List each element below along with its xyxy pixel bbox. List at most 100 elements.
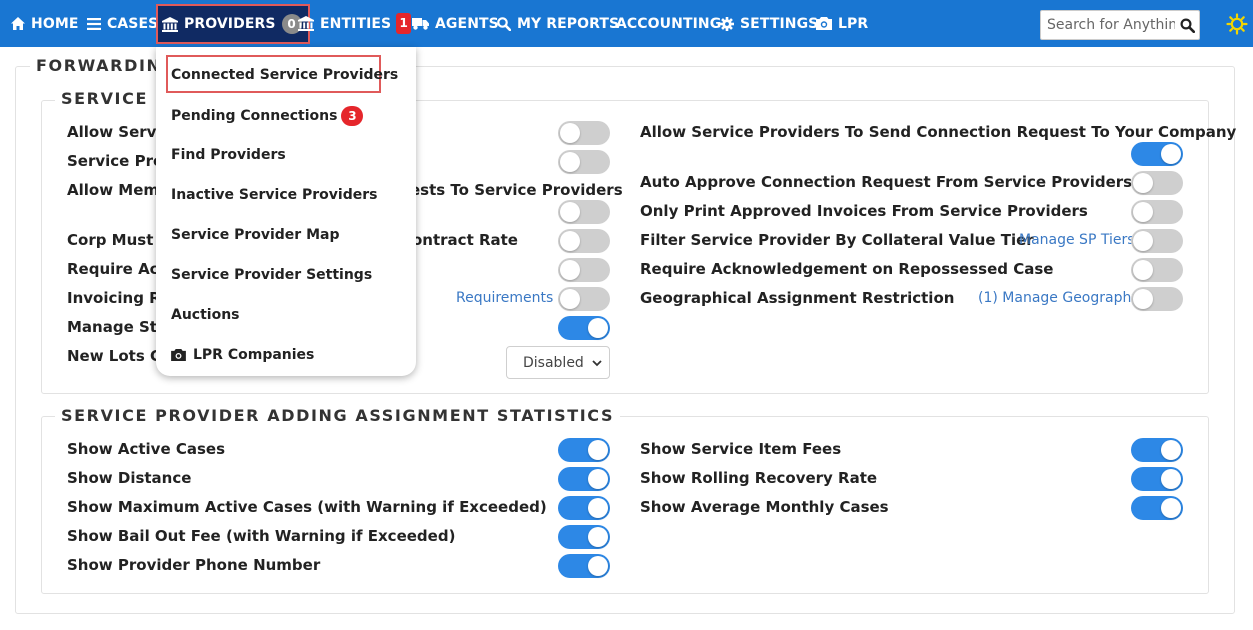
menu-item-label: Service Provider Map [171,227,340,243]
statistic-label: Show Maximum Active Cases (with Warning … [67,498,547,516]
setting-label: Allow Service Providers To Send Connecti… [640,123,1237,141]
top-navbar: HOME CASES PROVIDERS 0 ENTITIES 1 AGENTS… [0,0,1253,47]
nav-my-reports[interactable]: MY REPORTS [497,0,619,47]
setting-label: Require Acknowledgement on Repossessed C… [640,260,1054,278]
nav-agents[interactable]: AGENTS [412,0,499,47]
setting-label: Filter Service Provider By Collateral Va… [640,231,1034,249]
search-icon [497,16,511,31]
manage-sp-tiers-link[interactable]: Manage SP Tiers [1019,231,1135,249]
home-icon [11,17,25,30]
theme-toggle-sun-icon[interactable] [1226,13,1248,39]
truck-icon [412,17,429,30]
setting-label: Only Print Approved Invoices From Servic… [640,202,1088,220]
setting-toggle[interactable] [558,150,610,174]
setting-label: ests To Service Providers [410,181,623,199]
menu-item-find-providers[interactable]: Find Providers [171,146,286,164]
statistic-toggle[interactable] [1131,438,1183,462]
statistic-label: Show Active Cases [67,440,226,458]
nav-providers-label: PROVIDERS [184,16,276,32]
hamburger-icon [87,17,101,30]
setting-toggle[interactable] [558,316,610,340]
menu-item-label: Connected Service Providers [171,67,399,83]
menu-item-label: LPR Companies [193,347,315,363]
setting-toggle[interactable] [1131,200,1183,224]
bank-icon [162,16,178,32]
statistic-label: Show Average Monthly Cases [640,498,889,516]
search-button[interactable] [1175,11,1199,39]
bank-icon [298,16,314,31]
nav-settings[interactable]: SETTINGS [720,0,818,47]
menu-item-service-provider-map[interactable]: Service Provider Map [171,226,339,244]
providers-dropdown-menu: Connected Service Providers Pending Conn… [156,47,416,376]
nav-agents-label: AGENTS [435,15,499,32]
menu-item-connected-service-providers[interactable]: Connected Service Providers [171,66,398,84]
statistic-label: Show Provider Phone Number [67,556,321,574]
nav-settings-label: SETTINGS [740,15,819,32]
setting-label: Auto Approve Connection Request From Ser… [640,173,1133,191]
setting-toggle[interactable] [1131,258,1183,282]
nav-lpr[interactable]: LPR [816,0,868,47]
statistic-toggle[interactable] [558,467,610,491]
menu-item-label: Inactive Service Providers [171,187,378,203]
statistic-toggle[interactable] [558,525,610,549]
menu-item-pending-connections[interactable]: Pending Connections 3 [171,106,364,126]
statistic-toggle[interactable] [558,554,610,578]
assignment-statistics-title: SERVICE PROVIDER ADDING ASSIGNMENT STATI… [55,406,621,426]
camera-icon [816,17,832,30]
menu-item-inactive-service-providers[interactable]: Inactive Service Providers [171,186,377,204]
menu-item-lpr-companies[interactable]: LPR Companies [171,346,314,364]
setting-toggle[interactable] [558,229,610,253]
setting-label: Geographical Assignment Restriction [640,289,955,307]
search-input[interactable] [1041,17,1175,33]
setting-label: ontract Rate [412,231,518,249]
setting-toggle[interactable] [1131,171,1183,195]
menu-item-label: Pending Connections [171,108,338,124]
setting-label: New Lots Cr [67,347,169,365]
nav-my-reports-label: MY REPORTS [517,15,620,32]
requirements-link[interactable]: Requirements [456,289,553,307]
nav-entities-label: ENTITIES [320,15,392,32]
statistic-toggle[interactable] [1131,496,1183,520]
setting-toggle[interactable] [558,258,610,282]
nav-providers[interactable]: PROVIDERS 0 [156,4,310,44]
nav-accounting[interactable]: ACCOUNTING [616,0,721,47]
new-lots-select-value: Disabled [523,354,584,371]
statistic-toggle[interactable] [558,438,610,462]
setting-label: Require Ack [67,260,169,278]
entities-count-badge: 1 [396,13,412,34]
menu-item-label: Find Providers [171,147,286,163]
statistic-toggle[interactable] [558,496,610,520]
setting-toggle[interactable] [1131,287,1183,311]
setting-label: Allow Servic [67,123,171,141]
statistic-label: Show Service Item Fees [640,440,842,458]
setting-toggle[interactable] [1131,142,1183,166]
nav-accounting-label: ACCOUNTING [616,15,722,32]
gear-icon [720,16,734,31]
global-search [1040,10,1200,40]
setting-toggle[interactable] [558,121,610,145]
setting-label: Allow Memb [67,181,170,199]
new-lots-select[interactable]: Disabled [506,346,610,379]
menu-item-auctions[interactable]: Auctions [171,306,240,324]
statistic-label: Show Bail Out Fee (with Warning if Excee… [67,527,456,545]
setting-toggle[interactable] [558,200,610,224]
nav-entities[interactable]: ENTITIES 1 [298,0,412,47]
nav-cases[interactable]: CASES [87,0,158,47]
statistic-label: Show Rolling Recovery Rate [640,469,878,487]
camera-icon [171,349,186,361]
nav-cases-label: CASES [107,15,159,32]
statistic-toggle[interactable] [1131,467,1183,491]
menu-item-label: Service Provider Settings [171,267,373,283]
menu-item-label: Auctions [171,307,240,323]
pending-connections-badge: 3 [341,106,364,126]
nav-home[interactable]: HOME [11,0,79,47]
statistic-label: Show Distance [67,469,192,487]
menu-item-service-provider-settings[interactable]: Service Provider Settings [171,266,372,284]
nav-home-label: HOME [31,15,79,32]
setting-toggle[interactable] [558,287,610,311]
manage-geography-link[interactable]: (1) Manage Geography [978,289,1140,307]
setting-toggle[interactable] [1131,229,1183,253]
chevron-down-icon [592,360,602,367]
setting-label: Corp Must A [67,231,171,249]
search-icon [1179,17,1195,33]
